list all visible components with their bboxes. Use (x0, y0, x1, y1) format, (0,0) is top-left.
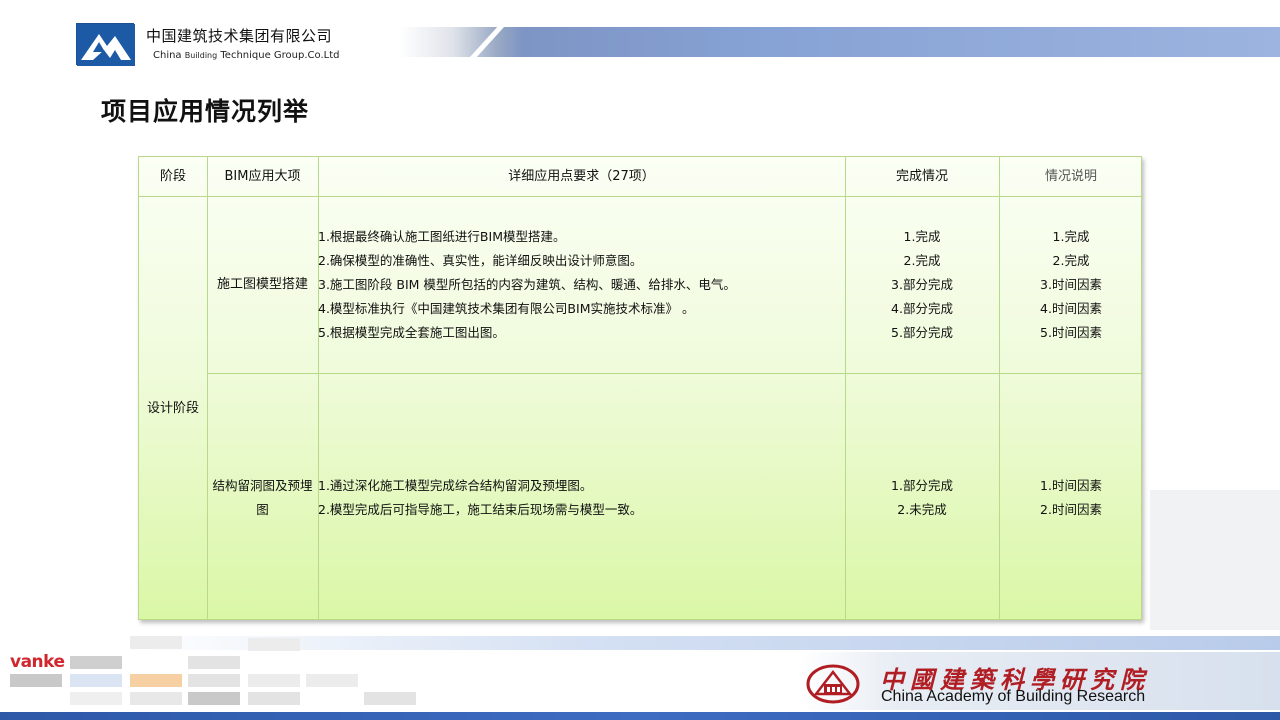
detail-line: 5.根据模型完成全套施工图出图。 (318, 325, 505, 340)
company-logo (76, 23, 135, 66)
page-title: 项目应用情况列举 (101, 97, 310, 126)
decor-block (248, 638, 300, 651)
decor-block (130, 636, 182, 649)
status-line: 4.部分完成 (891, 301, 953, 316)
note-line: 3.时间因素 (1040, 277, 1102, 292)
cabr-seal-icon (806, 664, 860, 704)
decor-block (188, 674, 240, 687)
status-line: 1.完成 (903, 229, 941, 244)
status-line: 2.未完成 (897, 501, 947, 517)
detail-line: 2.确保模型的准确性、真实性，能详细反映出设计师意图。 (318, 253, 643, 268)
vanke-logo: vanke (10, 652, 65, 672)
detail-line: 1.通过深化施工模型完成综合结构留洞及预埋图。 (318, 477, 593, 493)
header-category: BIM应用大项 (224, 168, 301, 184)
header-stage: 阶段 (159, 168, 186, 184)
decor-block (248, 674, 300, 687)
stage-cell: 设计阶段 (146, 401, 199, 416)
note-line: 1.时间因素 (1040, 477, 1102, 493)
status-cell: 1.完成 2.完成 3.部分完成 4.部分完成 5.部分完成 (845, 197, 999, 373)
note-line: 2.时间因素 (1040, 501, 1102, 517)
detail-line: 4.模型标准执行《中国建筑技术集团有限公司BIM实施技术标准》 。 (318, 301, 695, 316)
note-line: 2.完成 (1052, 253, 1090, 268)
decor-block (70, 674, 122, 687)
note-line: 5.时间因素 (1040, 325, 1102, 340)
company-name-en: China Building Technique Group.Co.Ltd (153, 50, 340, 61)
cabr-name-en: China Academy of Building Research (881, 688, 1146, 705)
decor-block (70, 692, 122, 705)
decor-block (10, 674, 62, 687)
header-band (400, 27, 1280, 57)
decor-block (248, 692, 300, 705)
details-cell: 1.根据最终确认施工图纸进行BIM模型搭建。 2.确保模型的准确性、真实性，能详… (318, 197, 845, 373)
status-line: 3.部分完成 (891, 277, 953, 292)
notes-cell: 1.完成 2.完成 3.时间因素 4.时间因素 5.时间因素 (999, 197, 1143, 373)
header-details: 详细应用点要求（27项） (508, 168, 655, 184)
decor-block (70, 656, 122, 669)
category-cell: 施工图模型搭建 (216, 277, 308, 292)
status-line: 5.部分完成 (891, 325, 953, 340)
note-line: 4.时间因素 (1040, 301, 1102, 316)
decor-block (188, 692, 240, 705)
decor-block (130, 674, 182, 687)
decor-block (364, 692, 416, 705)
footer-stripe (130, 636, 1280, 650)
watermark-block (1150, 490, 1280, 630)
status-line: 1.部分完成 (891, 477, 953, 493)
status-line: 2.完成 (903, 253, 941, 268)
status-cell: 1.部分完成 2.未完成 (845, 374, 999, 621)
notes-cell: 1.时间因素 2.时间因素 (999, 374, 1143, 621)
company-name-cn: 中国建筑技术集团有限公司 (146, 27, 333, 45)
decor-block (306, 674, 358, 687)
detail-line: 2.模型完成后可指导施工，施工结束后现场需与模型一致。 (318, 501, 643, 517)
detail-line: 3.施工图阶段 BIM 模型所包括的内容为建筑、结构、暖通、给排水、电气。 (318, 277, 736, 292)
detail-line: 1.根据最终确认施工图纸进行BIM模型搭建。 (318, 229, 566, 244)
details-cell: 1.通过深化施工模型完成综合结构留洞及预埋图。 2.模型完成后可指导施工，施工结… (318, 374, 845, 621)
decor-block (130, 692, 182, 705)
footer-line (0, 712, 1280, 720)
category-cell: 结构留洞图及预埋 图 (212, 477, 313, 517)
header-notes: 情况说明 (1044, 168, 1097, 184)
decor-block (188, 656, 240, 669)
application-table: 阶段 BIM应用大项 详细应用点要求（27项） 完成情况 情况说明 设计阶段 施… (138, 156, 1143, 621)
note-line: 1.完成 (1052, 229, 1090, 244)
header-status: 完成情况 (895, 168, 948, 184)
